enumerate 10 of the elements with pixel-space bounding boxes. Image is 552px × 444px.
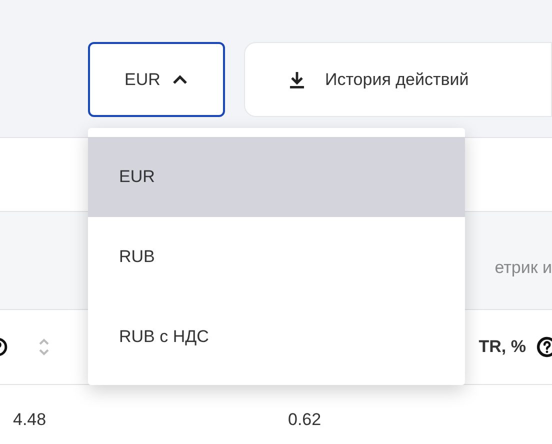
menu-item[interactable]: RUB — [88, 217, 465, 297]
menu-item[interactable]: EUR — [88, 137, 465, 217]
history-button[interactable]: История действий — [244, 42, 552, 117]
menu-item[interactable]: RUB с НДС — [88, 297, 465, 377]
currency-select[interactable]: EUR — [88, 42, 225, 117]
column-header: TR, % — [478, 336, 526, 358]
filter-text: етрик и — [494, 256, 552, 279]
table-cell-text: 0.62 — [288, 409, 322, 431]
table-cell-text: 4.48 — [13, 409, 48, 431]
help-icon[interactable] — [536, 336, 552, 358]
